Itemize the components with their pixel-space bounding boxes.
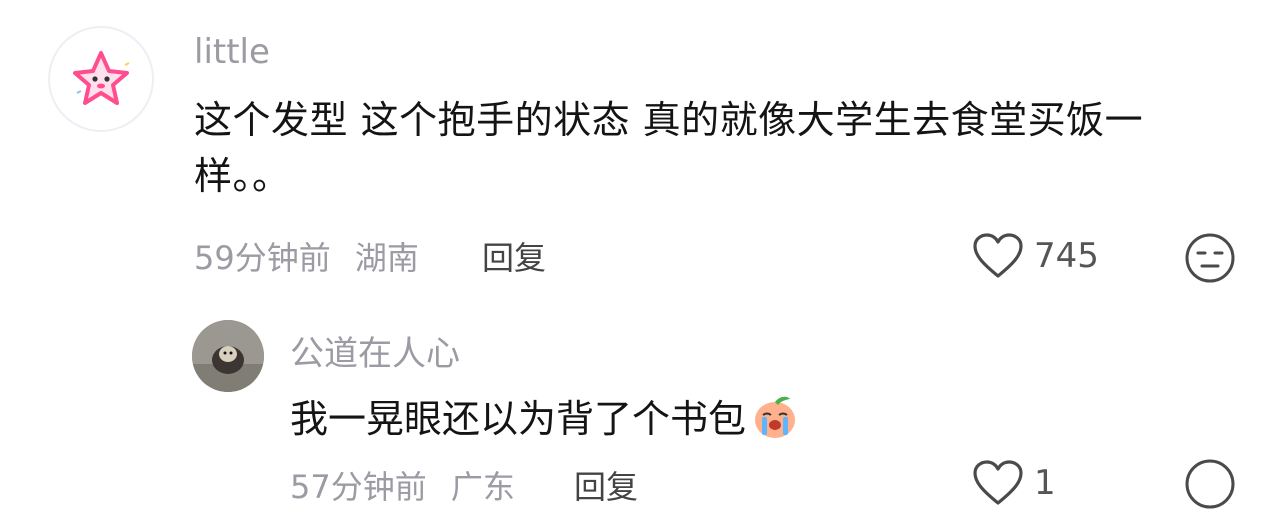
reply-text-row: 我一晃眼还以为背了个书包 — [290, 388, 800, 443]
neutral-face-icon — [1185, 233, 1235, 283]
star-avatar-icon — [73, 51, 130, 105]
reply-time: 57分钟前 — [290, 468, 427, 506]
comment-username[interactable]: little — [194, 32, 270, 72]
like-count: 745 — [1034, 236, 1099, 276]
crying-peach-emoji-icon — [755, 396, 796, 438]
reply-like-button[interactable]: 1 — [972, 460, 1056, 506]
dislike-button[interactable] — [1184, 232, 1236, 288]
neutral-face-icon — [1185, 459, 1235, 509]
dog-photo-avatar — [192, 320, 264, 392]
reply-reply-button[interactable]: 回复 — [574, 462, 638, 508]
reply-location: 广东 — [450, 468, 515, 506]
like-button[interactable]: 745 — [972, 233, 1099, 279]
reply-username[interactable]: 公道在人心 — [290, 326, 460, 375]
reply-like-count: 1 — [1034, 463, 1056, 503]
reply-dislike-button[interactable] — [1184, 458, 1236, 514]
comment-text: 这个发型 这个抱手的状态 真的就像大学生去食堂买饭一样。。 — [194, 98, 1144, 198]
reply-meta: 57分钟前 广东 — [290, 462, 515, 508]
reply-button[interactable]: 回复 — [482, 233, 546, 279]
avatar[interactable] — [48, 26, 154, 132]
comment-meta: 59分钟前 湖南 — [194, 233, 419, 279]
heart-icon — [973, 460, 1023, 505]
comment-location: 湖南 — [354, 239, 419, 277]
comment-time: 59分钟前 — [194, 239, 331, 277]
reply-avatar[interactable] — [192, 320, 264, 392]
heart-icon — [973, 233, 1023, 278]
reply-text: 我一晃眼还以为背了个书包 — [290, 397, 747, 441]
